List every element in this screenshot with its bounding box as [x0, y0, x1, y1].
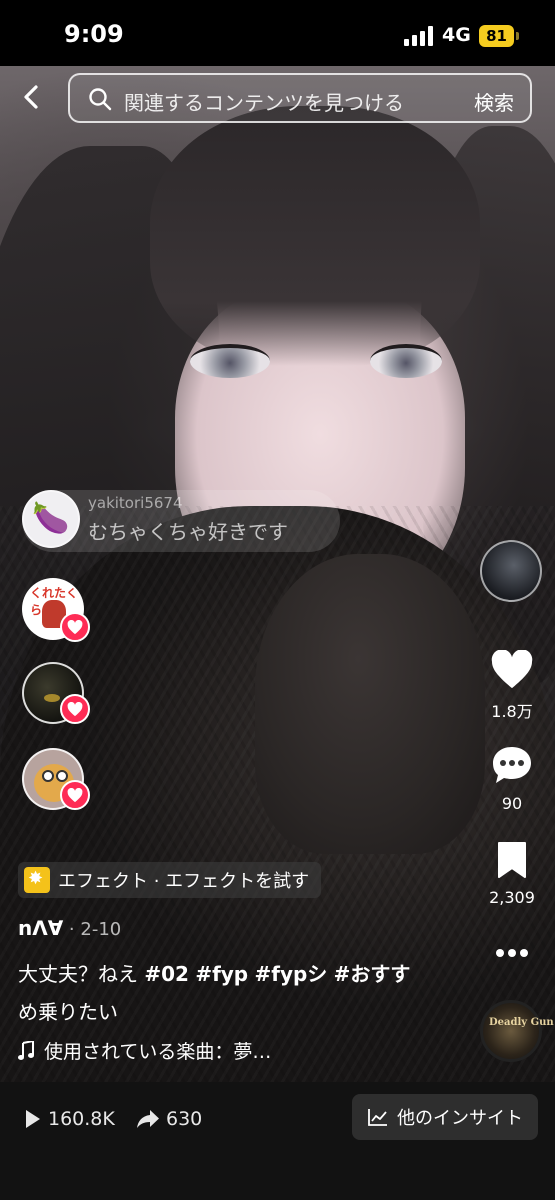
- play-count: 160.8K: [48, 1108, 115, 1130]
- like-count: 1.8万: [491, 702, 533, 721]
- insight-button[interactable]: 他のインサイト: [352, 1094, 538, 1140]
- comment-icon: [493, 747, 531, 783]
- search-bar[interactable]: 関連するコンテンツを見つける 検索: [68, 73, 532, 123]
- comment-text: むちゃくちゃ好きです: [88, 520, 288, 544]
- save-button[interactable]: 2,309: [478, 840, 546, 907]
- play-icon: [26, 1110, 40, 1128]
- comment-count: 90: [501, 794, 523, 813]
- more-button[interactable]: [478, 944, 546, 963]
- signal-icon: [404, 26, 434, 46]
- hashtag[interactable]: #おすす: [334, 962, 411, 986]
- music-disc[interactable]: Deadly Gun: [480, 1000, 554, 1062]
- comment-bubble[interactable]: 🍆 yakitori5674 むちゃくちゃ好きです: [22, 490, 340, 552]
- caption-text-2: め乗りたい: [18, 1000, 118, 1024]
- search-icon: [88, 87, 112, 111]
- hashtag[interactable]: #fypシ: [254, 962, 327, 986]
- creator-avatar[interactable]: [480, 540, 542, 602]
- heart-icon: [491, 649, 533, 689]
- bookmark-icon: [498, 842, 526, 878]
- comment-button[interactable]: 90: [478, 744, 546, 813]
- bottom-bar: 160.8K 630 他のインサイト: [0, 1082, 555, 1200]
- heart-badge-icon[interactable]: [60, 694, 90, 724]
- hashtag[interactable]: #fyp: [195, 962, 248, 986]
- status-bar: 9:09 4G 81: [0, 0, 555, 66]
- author-line[interactable]: nᐱ∀ · 2-10: [18, 916, 121, 940]
- search-placeholder: 関連するコンテンツを見つける: [124, 91, 404, 115]
- battery-tip: [516, 32, 519, 40]
- live-avatar-dot: [44, 694, 60, 702]
- status-time: 9:09: [64, 20, 124, 48]
- battery-icon: 81: [479, 25, 514, 47]
- network-type: 4G: [442, 24, 471, 46]
- heart-badge-icon[interactable]: [60, 612, 90, 642]
- effect-label: エフェクト · エフェクトを試す: [58, 871, 310, 892]
- video-eye-right: [370, 344, 442, 378]
- author-name[interactable]: nᐱ∀: [18, 916, 63, 940]
- music-label: 使用されている楽曲：夢…: [44, 1041, 272, 1063]
- more-icon: [496, 949, 528, 957]
- effect-chip[interactable]: エフェクト · エフェクトを試す: [18, 862, 322, 898]
- music-note-icon: [18, 1040, 34, 1060]
- comment-avatar: 🍆: [22, 490, 80, 548]
- save-count: 2,309: [489, 888, 535, 907]
- share-icon: [137, 1110, 159, 1128]
- effect-icon: [24, 867, 50, 893]
- caption-text: 大丈夫？ねえ: [18, 962, 145, 986]
- play-count-stat: 160.8K: [24, 1108, 115, 1130]
- comment-username: yakitori5674: [88, 494, 183, 512]
- share-count-stat: 630: [136, 1108, 202, 1130]
- music-disc-text: Deadly Gun: [489, 1017, 554, 1028]
- like-button[interactable]: 1.8万: [478, 649, 546, 722]
- music-line[interactable]: 使用されている楽曲：夢…: [18, 1037, 271, 1064]
- video-eye-left: [190, 344, 270, 378]
- share-count: 630: [166, 1108, 203, 1130]
- video-sleeve: [255, 554, 485, 854]
- back-icon[interactable]: [18, 83, 46, 111]
- chart-icon: [368, 1109, 387, 1126]
- heart-badge-icon[interactable]: [60, 780, 90, 810]
- post-date: · 2-10: [63, 919, 122, 940]
- video-bangs: [150, 106, 480, 366]
- insight-label: 他のインサイト: [397, 1108, 523, 1129]
- hashtag[interactable]: #02: [144, 962, 189, 986]
- search-button[interactable]: 検索: [474, 87, 514, 116]
- caption: 大丈夫？ねえ #02 #fyp #fypシ #おすすめ乗りたい: [18, 955, 448, 1031]
